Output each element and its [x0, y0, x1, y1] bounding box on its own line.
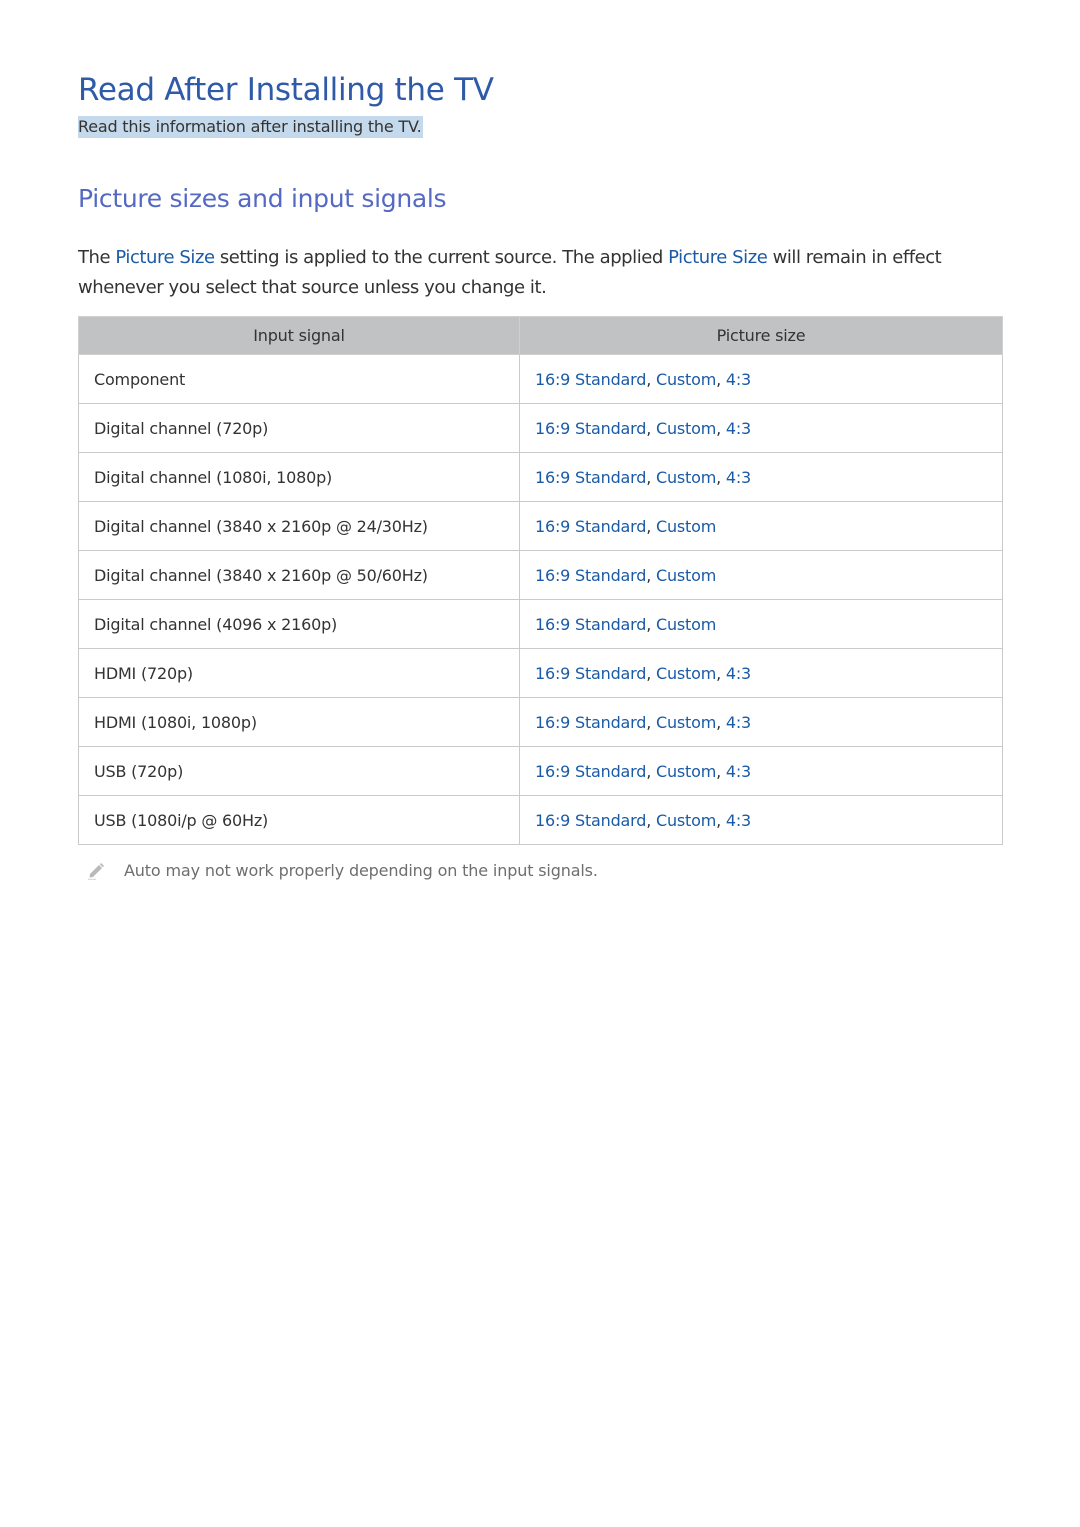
picture-size-cell: 16:9 Standard, Custom — [519, 501, 1003, 551]
table-header-row: Input signal Picture size — [78, 316, 1003, 355]
input-signal-cell: HDMI (1080i, 1080p) — [78, 697, 520, 747]
picture-size-option: Custom — [656, 663, 717, 683]
separator: , — [646, 516, 656, 536]
picture-size-option: 16:9 Standard — [535, 810, 647, 830]
table-row: Digital channel (3840 x 2160p @ 50/60Hz)… — [78, 550, 1003, 600]
table-row: USB (720p) 16:9 Standard, Custom, 4:3 — [78, 746, 1003, 796]
input-signal-cell: USB (720p) — [78, 746, 520, 796]
separator: , — [646, 369, 656, 389]
picture-size-option: 16:9 Standard — [535, 712, 647, 732]
picture-size-cell: 16:9 Standard, Custom, 4:3 — [519, 795, 1003, 845]
separator: , — [716, 369, 726, 389]
picture-size-link[interactable]: Picture Size — [668, 247, 768, 268]
picture-size-option: 4:3 — [725, 810, 752, 830]
table-row: Digital channel (4096 x 2160p) 16:9 Stand… — [78, 599, 1003, 649]
header-picture-size: Picture size — [519, 316, 1003, 355]
picture-size-option: Custom — [656, 761, 717, 781]
picture-size-cell: 16:9 Standard, Custom — [519, 599, 1003, 649]
table-row: HDMI (1080i, 1080p) 16:9 Standard, Custom… — [78, 697, 1003, 747]
picture-size-option: 4:3 — [725, 418, 752, 438]
picture-size-table: Input signal Picture size Component 16:9 … — [78, 316, 1003, 845]
separator: , — [646, 663, 656, 683]
intro-text: setting is applied to the current source… — [214, 247, 669, 268]
table-body: Component 16:9 Standard, Custom, 4:3 Digit… — [78, 354, 1003, 845]
separator: , — [716, 663, 726, 683]
separator: , — [716, 712, 726, 732]
picture-size-option: Custom — [656, 369, 717, 389]
picture-size-option: 16:9 Standard — [535, 516, 647, 536]
input-signal-cell: Digital channel (4096 x 2160p) — [78, 599, 520, 649]
picture-size-option: 4:3 — [725, 712, 752, 732]
note: Auto may not work properly depending on … — [86, 860, 598, 880]
picture-size-option: 16:9 Standard — [535, 369, 647, 389]
picture-size-option: 4:3 — [725, 663, 752, 683]
table-row: USB (1080i/p @ 60Hz) 16:9 Standard, Custo… — [78, 795, 1003, 845]
picture-size-cell: 16:9 Standard, Custom, 4:3 — [519, 697, 1003, 747]
input-signal-cell: Digital channel (720p) — [78, 403, 520, 453]
table-row: Component 16:9 Standard, Custom, 4:3 — [78, 354, 1003, 404]
table-row: HDMI (720p) 16:9 Standard, Custom, 4:3 — [78, 648, 1003, 698]
section-title: Picture sizes and input signals — [78, 184, 447, 213]
picture-size-cell: 16:9 Standard, Custom, 4:3 — [519, 746, 1003, 796]
table-row: Digital channel (3840 x 2160p @ 24/30Hz)… — [78, 501, 1003, 551]
separator: , — [646, 712, 656, 732]
separator: , — [716, 810, 726, 830]
picture-size-cell: 16:9 Standard, Custom, 4:3 — [519, 403, 1003, 453]
picture-size-cell: 16:9 Standard, Custom, 4:3 — [519, 354, 1003, 404]
separator: , — [646, 761, 656, 781]
input-signal-cell: Digital channel (3840 x 2160p @ 24/30Hz) — [78, 501, 520, 551]
input-signal-cell: Digital channel (3840 x 2160p @ 50/60Hz) — [78, 550, 520, 600]
picture-size-option: 16:9 Standard — [535, 663, 647, 683]
picture-size-option: Custom — [656, 418, 717, 438]
separator: , — [646, 467, 656, 487]
input-signal-cell: Digital channel (1080i, 1080p) — [78, 452, 520, 502]
table-row: Digital channel (720p) 16:9 Standard, Cus… — [78, 403, 1003, 453]
separator: , — [716, 418, 726, 438]
picture-size-option: 4:3 — [725, 761, 752, 781]
separator: , — [646, 565, 656, 585]
picture-size-option: Custom — [656, 565, 717, 585]
picture-size-cell: 16:9 Standard, Custom — [519, 550, 1003, 600]
input-signal-cell: HDMI (720p) — [78, 648, 520, 698]
separator: , — [716, 761, 726, 781]
picture-size-option: 16:9 Standard — [535, 418, 647, 438]
page-subtitle: Read this information after installing t… — [78, 116, 423, 138]
table-row: Digital channel (1080i, 1080p) 16:9 Stand… — [78, 452, 1003, 502]
picture-size-option: 4:3 — [725, 467, 752, 487]
picture-size-option: 16:9 Standard — [535, 565, 647, 585]
picture-size-cell: 16:9 Standard, Custom, 4:3 — [519, 648, 1003, 698]
picture-size-option: Custom — [656, 712, 717, 732]
picture-size-option: 16:9 Standard — [535, 614, 647, 634]
picture-size-option: Custom — [656, 614, 717, 634]
picture-size-option: 16:9 Standard — [535, 761, 647, 781]
separator: , — [646, 614, 656, 634]
header-input-signal: Input signal — [78, 316, 520, 355]
picture-size-option: 4:3 — [725, 369, 752, 389]
picture-size-option: Custom — [656, 516, 717, 536]
note-text: Auto may not work properly depending on … — [124, 860, 598, 880]
input-signal-cell: USB (1080i/p @ 60Hz) — [78, 795, 520, 845]
picture-size-option: Custom — [656, 467, 717, 487]
intro-text: The — [78, 247, 116, 268]
separator: , — [646, 418, 656, 438]
picture-size-option: 16:9 Standard — [535, 467, 647, 487]
separator: , — [646, 810, 656, 830]
input-signal-cell: Component — [78, 354, 520, 404]
separator: , — [716, 467, 726, 487]
page-title: Read After Installing the TV — [78, 72, 494, 108]
intro-paragraph: The Picture Size setting is applied to t… — [78, 243, 1003, 302]
picture-size-option: Custom — [656, 810, 717, 830]
picture-size-cell: 16:9 Standard, Custom, 4:3 — [519, 452, 1003, 502]
picture-size-link[interactable]: Picture Size — [115, 247, 215, 268]
pencil-icon — [88, 863, 104, 880]
